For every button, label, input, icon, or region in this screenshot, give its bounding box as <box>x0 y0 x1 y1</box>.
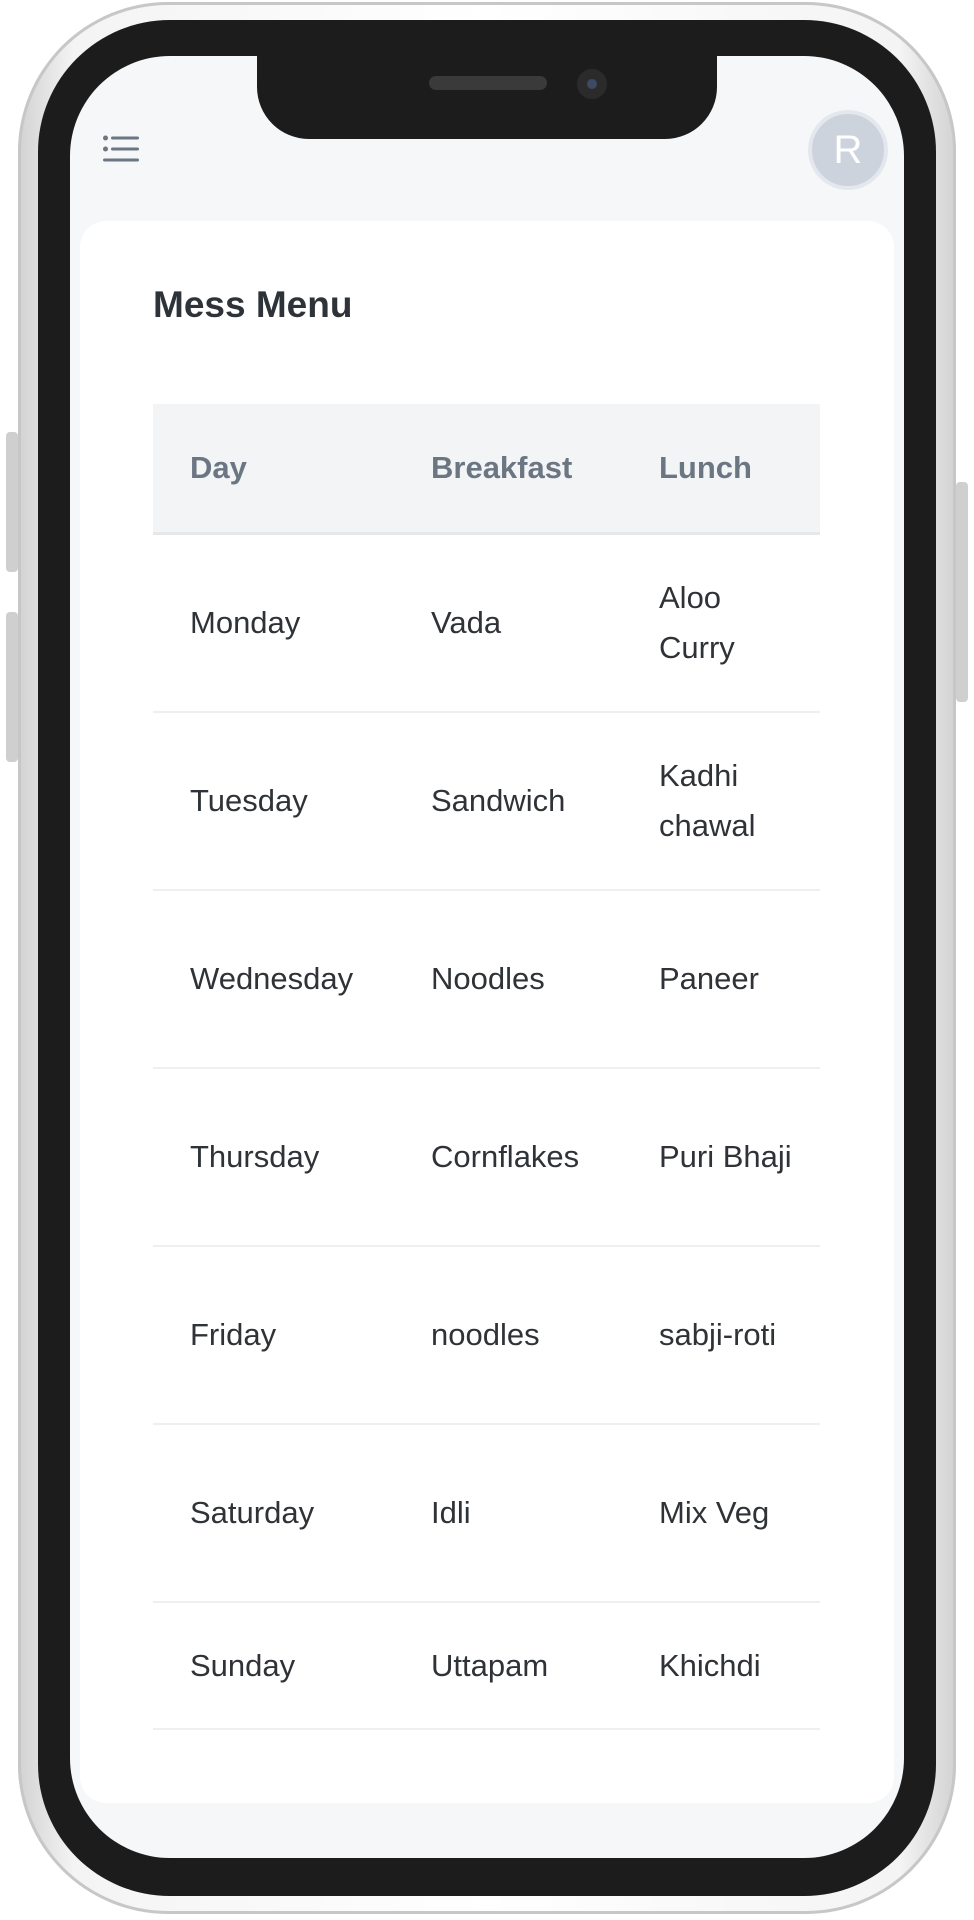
column-header-day: Day <box>190 450 247 485</box>
earpiece-speaker <box>429 76 547 90</box>
day-cell: Monday <box>190 605 301 640</box>
day-cell: Tuesday <box>190 783 308 818</box>
day-cell: Wednesday <box>190 961 354 996</box>
breakfast-cell: noodles <box>431 1317 540 1352</box>
table-row: Monday Vada Aloo Curry <box>153 535 820 713</box>
breakfast-cell: Uttapam <box>431 1647 549 1683</box>
lunch-cell: Khichdi <box>659 1647 761 1683</box>
day-cell: Thursday <box>190 1139 320 1174</box>
hamburger-menu-icon[interactable] <box>103 135 139 163</box>
lunch-cell: Aloo Curry <box>659 580 735 665</box>
breakfast-cell: Sandwich <box>431 783 566 818</box>
table-row: Friday noodles sabji-roti <box>153 1247 820 1425</box>
phone-bezel: R Mess Menu Day Breakfast Lunch Monday V… <box>38 20 936 1896</box>
breakfast-cell: Noodles <box>431 961 545 996</box>
table-row: Sunday Uttapam Khichdi <box>153 1603 820 1730</box>
side-button-right <box>956 482 968 702</box>
column-header-lunch: Lunch <box>659 450 752 485</box>
phone-screen: R Mess Menu Day Breakfast Lunch Monday V… <box>70 56 904 1858</box>
avatar-initial: R <box>833 127 863 172</box>
phone-notch <box>257 56 717 139</box>
mess-menu-table: Day Breakfast Lunch Monday Vada Aloo Cur… <box>153 404 820 1730</box>
column-header-breakfast: Breakfast <box>431 450 573 485</box>
side-button-left-1 <box>6 432 18 572</box>
table-row: Saturday Idli Mix Veg <box>153 1425 820 1603</box>
lunch-cell: Puri Bhaji <box>659 1139 792 1174</box>
user-avatar[interactable]: R <box>808 110 888 190</box>
lunch-cell: Kadhi chawal <box>659 758 756 843</box>
lunch-cell: Mix Veg <box>659 1495 770 1530</box>
table-row: Wednesday Noodles Paneer <box>153 891 820 1069</box>
table-row: Tuesday Sandwich Kadhi chawal <box>153 713 820 891</box>
menu-card: Mess Menu Day Breakfast Lunch Monday Vad… <box>80 221 894 1803</box>
table-row: Thursday Cornflakes Puri Bhaji <box>153 1069 820 1247</box>
table-header: Day Breakfast Lunch <box>153 404 820 535</box>
lunch-cell: Paneer <box>659 961 759 996</box>
lunch-cell: sabji-roti <box>659 1317 777 1352</box>
day-cell: Sunday <box>190 1647 296 1683</box>
breakfast-cell: Vada <box>431 605 502 640</box>
phone-frame: R Mess Menu Day Breakfast Lunch Monday V… <box>6 2 968 1914</box>
page-title: Mess Menu <box>153 284 353 325</box>
breakfast-cell: Cornflakes <box>431 1139 580 1174</box>
breakfast-cell: Idli <box>431 1495 471 1530</box>
front-camera-icon <box>577 69 607 99</box>
day-cell: Friday <box>190 1317 277 1352</box>
side-button-left-2 <box>6 612 18 762</box>
day-cell: Saturday <box>190 1495 315 1530</box>
